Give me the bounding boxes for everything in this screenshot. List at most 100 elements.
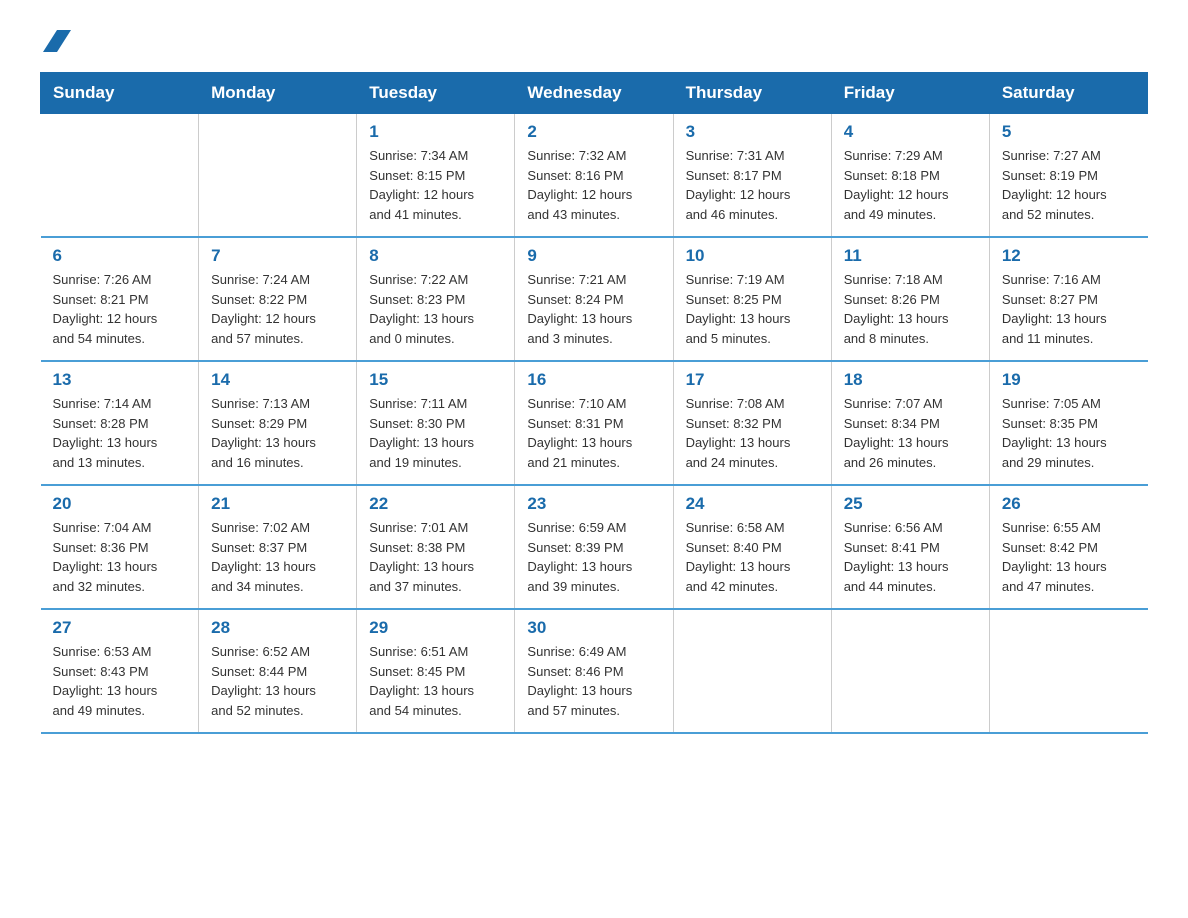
day-number: 9 — [527, 246, 660, 266]
day-info: Sunrise: 7:21 AM Sunset: 8:24 PM Dayligh… — [527, 270, 660, 348]
day-info: Sunrise: 6:53 AM Sunset: 8:43 PM Dayligh… — [53, 642, 187, 720]
calendar-table: SundayMondayTuesdayWednesdayThursdayFrid… — [40, 72, 1148, 734]
week-row-1: 1 Sunrise: 7:34 AM Sunset: 8:15 PM Daylig… — [41, 114, 1148, 238]
day-info: Sunrise: 6:56 AM Sunset: 8:41 PM Dayligh… — [844, 518, 977, 596]
day-number: 14 — [211, 370, 344, 390]
calendar-cell: 1 Sunrise: 7:34 AM Sunset: 8:15 PM Daylig… — [357, 114, 515, 238]
day-info: Sunrise: 7:08 AM Sunset: 8:32 PM Dayligh… — [686, 394, 819, 472]
day-number: 19 — [1002, 370, 1136, 390]
day-info: Sunrise: 7:34 AM Sunset: 8:15 PM Dayligh… — [369, 146, 502, 224]
day-info: Sunrise: 7:04 AM Sunset: 8:36 PM Dayligh… — [53, 518, 187, 596]
day-number: 28 — [211, 618, 344, 638]
calendar-cell: 21 Sunrise: 7:02 AM Sunset: 8:37 PM Dayli… — [199, 485, 357, 609]
calendar-cell: 14Sunrise: 7:13 AM Sunset: 8:29 PM Dayli… — [199, 361, 357, 485]
day-header-tuesday: Tuesday — [357, 73, 515, 114]
calendar-cell: 11 Sunrise: 7:18 AM Sunset: 8:26 PM Dayli… — [831, 237, 989, 361]
calendar-cell: 10 Sunrise: 7:19 AM Sunset: 8:25 PM Dayli… — [673, 237, 831, 361]
logo — [40, 30, 72, 54]
calendar-cell: 22 Sunrise: 7:01 AM Sunset: 8:38 PM Dayli… — [357, 485, 515, 609]
day-number: 13 — [53, 370, 187, 390]
calendar-cell: 3Sunrise: 7:31 AM Sunset: 8:17 PM Daylig… — [673, 114, 831, 238]
day-number: 8 — [369, 246, 502, 266]
day-number: 22 — [369, 494, 502, 514]
day-number: 23 — [527, 494, 660, 514]
calendar-cell: 16 Sunrise: 7:10 AM Sunset: 8:31 PM Dayli… — [515, 361, 673, 485]
day-number: 26 — [1002, 494, 1136, 514]
day-number: 17 — [686, 370, 819, 390]
day-info: Sunrise: 7:10 AM Sunset: 8:31 PM Dayligh… — [527, 394, 660, 472]
calendar-cell: 24Sunrise: 6:58 AM Sunset: 8:40 PM Dayli… — [673, 485, 831, 609]
day-number: 5 — [1002, 122, 1136, 142]
day-info: Sunrise: 7:32 AM Sunset: 8:16 PM Dayligh… — [527, 146, 660, 224]
week-row-4: 20 Sunrise: 7:04 AM Sunset: 8:36 PM Dayli… — [41, 485, 1148, 609]
day-header-sunday: Sunday — [41, 73, 199, 114]
day-info: Sunrise: 6:55 AM Sunset: 8:42 PM Dayligh… — [1002, 518, 1136, 596]
day-number: 27 — [53, 618, 187, 638]
day-info: Sunrise: 7:11 AM Sunset: 8:30 PM Dayligh… — [369, 394, 502, 472]
day-info: Sunrise: 7:27 AM Sunset: 8:19 PM Dayligh… — [1002, 146, 1136, 224]
calendar-cell: 30 Sunrise: 6:49 AM Sunset: 8:46 PM Dayli… — [515, 609, 673, 733]
day-number: 15 — [369, 370, 502, 390]
day-header-thursday: Thursday — [673, 73, 831, 114]
day-info: Sunrise: 7:22 AM Sunset: 8:23 PM Dayligh… — [369, 270, 502, 348]
page-container: SundayMondayTuesdayWednesdayThursdayFrid… — [40, 30, 1148, 734]
day-number: 1 — [369, 122, 502, 142]
day-number: 11 — [844, 246, 977, 266]
calendar-cell: 12 Sunrise: 7:16 AM Sunset: 8:27 PM Dayli… — [989, 237, 1147, 361]
day-info: Sunrise: 6:58 AM Sunset: 8:40 PM Dayligh… — [686, 518, 819, 596]
day-number: 30 — [527, 618, 660, 638]
day-info: Sunrise: 6:49 AM Sunset: 8:46 PM Dayligh… — [527, 642, 660, 720]
day-header-saturday: Saturday — [989, 73, 1147, 114]
calendar-cell: 25Sunrise: 6:56 AM Sunset: 8:41 PM Dayli… — [831, 485, 989, 609]
day-info: Sunrise: 7:16 AM Sunset: 8:27 PM Dayligh… — [1002, 270, 1136, 348]
day-info: Sunrise: 7:02 AM Sunset: 8:37 PM Dayligh… — [211, 518, 344, 596]
logo-triangle-right — [57, 30, 71, 52]
calendar-cell — [831, 609, 989, 733]
day-number: 29 — [369, 618, 502, 638]
day-info: Sunrise: 7:01 AM Sunset: 8:38 PM Dayligh… — [369, 518, 502, 596]
day-info: Sunrise: 7:07 AM Sunset: 8:34 PM Dayligh… — [844, 394, 977, 472]
day-info: Sunrise: 7:18 AM Sunset: 8:26 PM Dayligh… — [844, 270, 977, 348]
day-info: Sunrise: 6:52 AM Sunset: 8:44 PM Dayligh… — [211, 642, 344, 720]
day-number: 4 — [844, 122, 977, 142]
day-info: Sunrise: 7:26 AM Sunset: 8:21 PM Dayligh… — [53, 270, 187, 348]
day-number: 2 — [527, 122, 660, 142]
calendar-cell: 8 Sunrise: 7:22 AM Sunset: 8:23 PM Daylig… — [357, 237, 515, 361]
day-info: Sunrise: 7:19 AM Sunset: 8:25 PM Dayligh… — [686, 270, 819, 348]
day-number: 16 — [527, 370, 660, 390]
calendar-cell: 20 Sunrise: 7:04 AM Sunset: 8:36 PM Dayli… — [41, 485, 199, 609]
calendar-cell: 28 Sunrise: 6:52 AM Sunset: 8:44 PM Dayli… — [199, 609, 357, 733]
calendar-cell: 19Sunrise: 7:05 AM Sunset: 8:35 PM Dayli… — [989, 361, 1147, 485]
calendar-cell: 27 Sunrise: 6:53 AM Sunset: 8:43 PM Dayli… — [41, 609, 199, 733]
calendar-body: 1 Sunrise: 7:34 AM Sunset: 8:15 PM Daylig… — [41, 114, 1148, 734]
day-number: 20 — [53, 494, 187, 514]
day-info: Sunrise: 7:14 AM Sunset: 8:28 PM Dayligh… — [53, 394, 187, 472]
day-number: 6 — [53, 246, 187, 266]
calendar-cell: 7Sunrise: 7:24 AM Sunset: 8:22 PM Daylig… — [199, 237, 357, 361]
calendar-cell: 9 Sunrise: 7:21 AM Sunset: 8:24 PM Daylig… — [515, 237, 673, 361]
calendar-cell — [41, 114, 199, 238]
day-header-friday: Friday — [831, 73, 989, 114]
day-number: 7 — [211, 246, 344, 266]
week-row-2: 6 Sunrise: 7:26 AM Sunset: 8:21 PM Daylig… — [41, 237, 1148, 361]
calendar-cell: 18 Sunrise: 7:07 AM Sunset: 8:34 PM Dayli… — [831, 361, 989, 485]
page-header — [40, 30, 1148, 54]
day-number: 12 — [1002, 246, 1136, 266]
day-header-monday: Monday — [199, 73, 357, 114]
day-info: Sunrise: 6:51 AM Sunset: 8:45 PM Dayligh… — [369, 642, 502, 720]
calendar-cell: 2 Sunrise: 7:32 AM Sunset: 8:16 PM Daylig… — [515, 114, 673, 238]
week-row-3: 13 Sunrise: 7:14 AM Sunset: 8:28 PM Dayli… — [41, 361, 1148, 485]
week-row-5: 27 Sunrise: 6:53 AM Sunset: 8:43 PM Dayli… — [41, 609, 1148, 733]
calendar-cell: 17 Sunrise: 7:08 AM Sunset: 8:32 PM Dayli… — [673, 361, 831, 485]
calendar-cell: 4 Sunrise: 7:29 AM Sunset: 8:18 PM Daylig… — [831, 114, 989, 238]
day-header-row: SundayMondayTuesdayWednesdayThursdayFrid… — [41, 73, 1148, 114]
calendar-cell: 13 Sunrise: 7:14 AM Sunset: 8:28 PM Dayli… — [41, 361, 199, 485]
day-info: Sunrise: 7:31 AM Sunset: 8:17 PM Dayligh… — [686, 146, 819, 224]
calendar-cell — [199, 114, 357, 238]
day-number: 21 — [211, 494, 344, 514]
day-info: Sunrise: 7:29 AM Sunset: 8:18 PM Dayligh… — [844, 146, 977, 224]
logo-text-row1 — [40, 30, 72, 54]
day-number: 10 — [686, 246, 819, 266]
day-number: 18 — [844, 370, 977, 390]
calendar-cell — [989, 609, 1147, 733]
